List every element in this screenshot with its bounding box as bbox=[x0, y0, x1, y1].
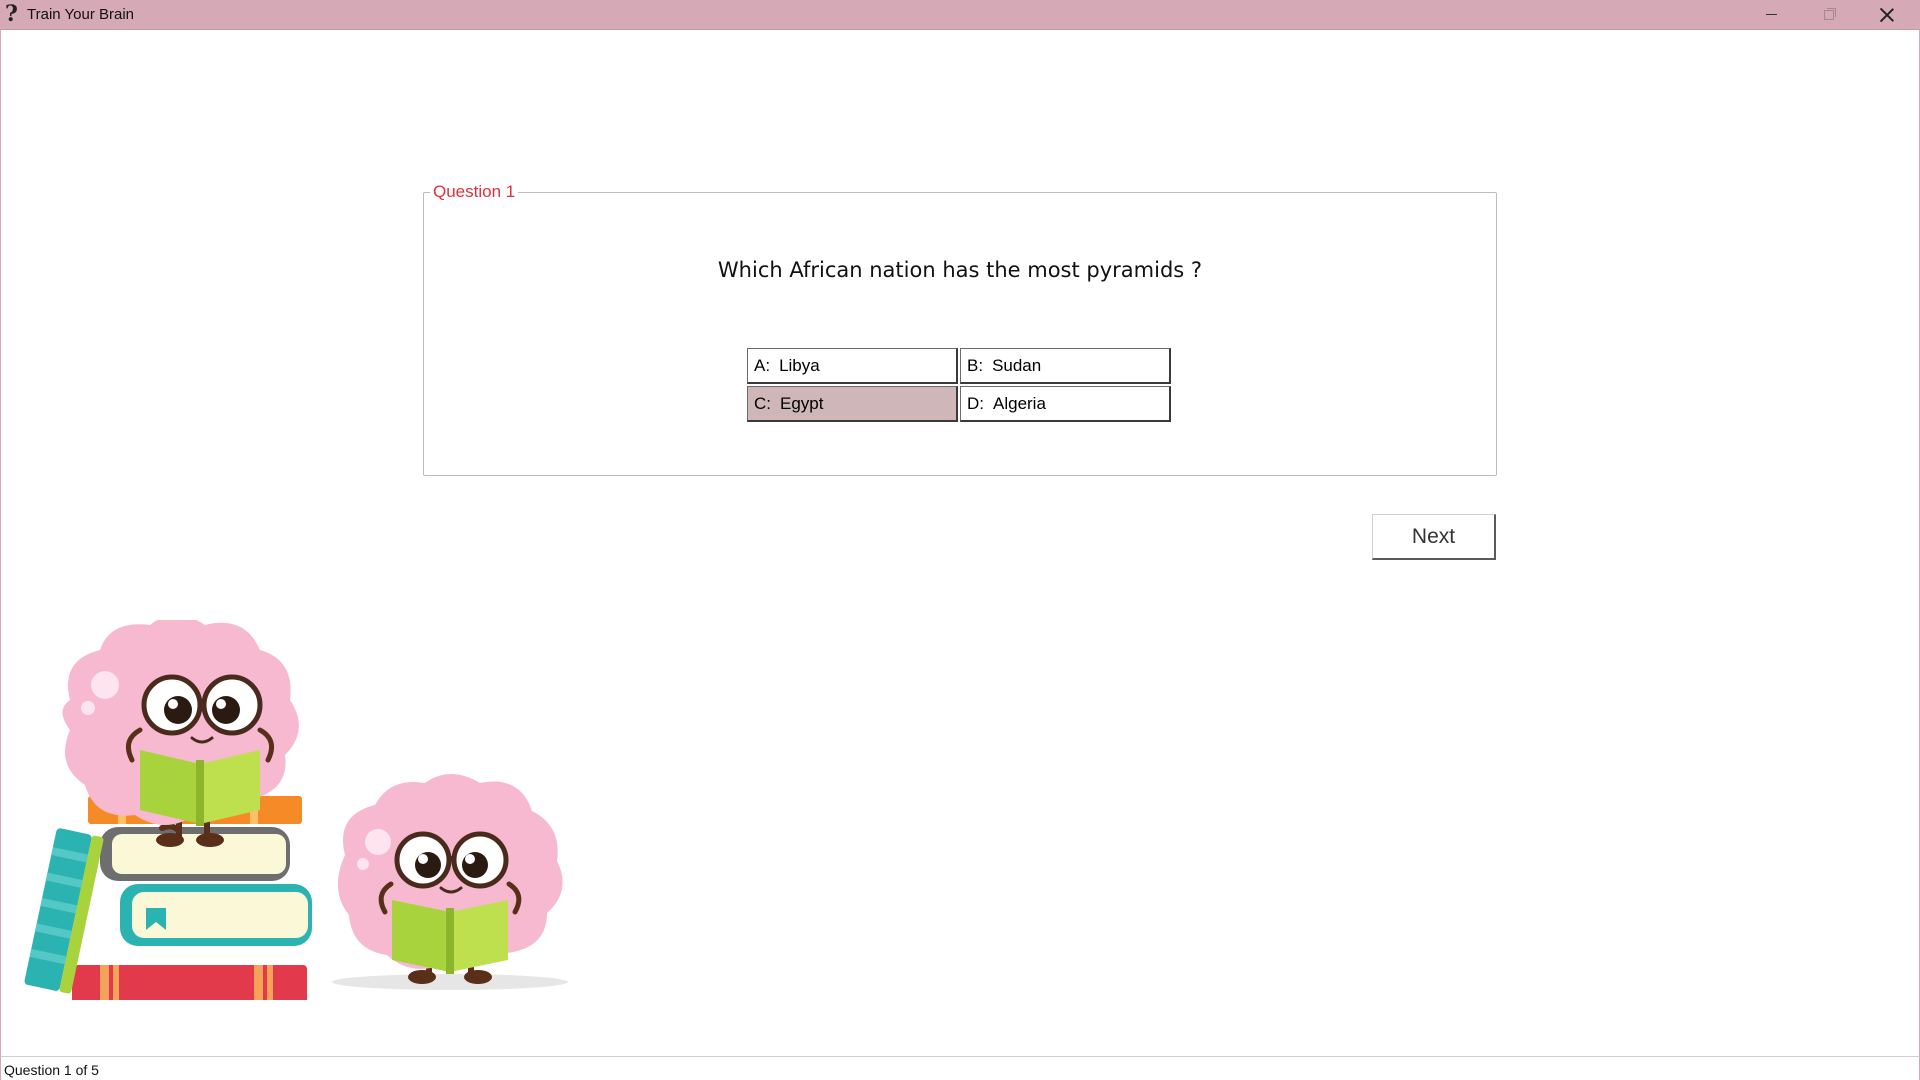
question-mark-icon: ? bbox=[5, 1, 18, 27]
answer-option-d[interactable]: D: Algeria bbox=[960, 386, 1171, 422]
question-groupbox bbox=[423, 192, 1497, 476]
answer-option-b[interactable]: B: Sudan bbox=[960, 348, 1171, 384]
status-bar: Question 1 of 5 bbox=[0, 1056, 1920, 1080]
minimize-button[interactable] bbox=[1742, 0, 1800, 29]
answer-text: Algeria bbox=[993, 393, 1046, 413]
answer-text: Libya bbox=[779, 355, 820, 375]
answer-letter: A: bbox=[754, 355, 771, 375]
answer-text: Egypt bbox=[780, 393, 824, 413]
brain-mascot-standing-icon bbox=[332, 774, 568, 990]
answer-letter: D: bbox=[967, 393, 984, 413]
answer-letter: B: bbox=[967, 355, 984, 375]
answer-letter: C: bbox=[754, 393, 771, 413]
close-button[interactable] bbox=[1858, 0, 1916, 29]
question-text: Which African nation has the most pyrami… bbox=[717, 258, 1203, 282]
window-title: Train Your Brain bbox=[27, 6, 135, 23]
close-icon bbox=[1880, 8, 1894, 22]
answer-option-a[interactable]: A: Libya bbox=[747, 348, 958, 384]
maximize-button[interactable] bbox=[1800, 0, 1858, 29]
next-button[interactable]: Next bbox=[1372, 514, 1496, 560]
answer-text: Sudan bbox=[992, 355, 1042, 375]
title-bar: ? Train Your Brain bbox=[0, 0, 1920, 30]
brain-mascots-illustration bbox=[24, 620, 568, 1000]
maximize-icon bbox=[1824, 7, 1836, 20]
minimize-icon bbox=[1765, 14, 1777, 15]
question-groupbox-title: Question 1 bbox=[430, 182, 519, 202]
answer-grid: A: Libya B: Sudan C: Egypt D: Algeria bbox=[747, 348, 1173, 425]
answer-option-c[interactable]: C: Egypt bbox=[747, 386, 958, 422]
status-text: Question 1 of 5 bbox=[4, 1062, 99, 1078]
